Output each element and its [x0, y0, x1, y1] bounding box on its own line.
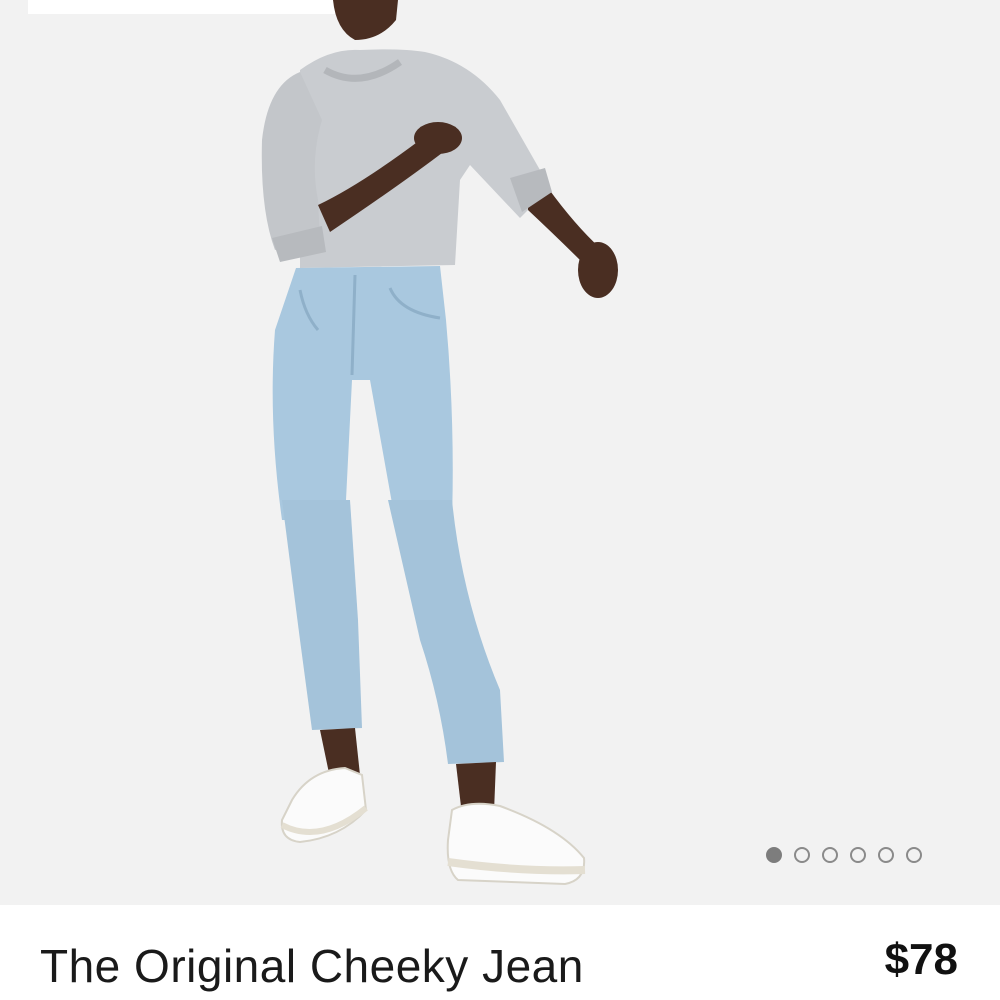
carousel-dot-3[interactable] [822, 847, 838, 863]
carousel-dot-2[interactable] [794, 847, 810, 863]
product-price: $78 [884, 935, 958, 984]
carousel-dot-6[interactable] [906, 847, 922, 863]
carousel-dot-5[interactable] [878, 847, 894, 863]
product-title: The Original Cheeky Jean [40, 940, 584, 992]
carousel-dot-1[interactable] [766, 847, 782, 863]
product-photo [261, 0, 618, 886]
product-image-carousel[interactable] [0, 0, 1000, 905]
carousel-dot-4[interactable] [850, 847, 866, 863]
product-info-bar: The Original Cheeky Jean $78 [0, 905, 1000, 1000]
carousel-pagination [766, 845, 922, 865]
